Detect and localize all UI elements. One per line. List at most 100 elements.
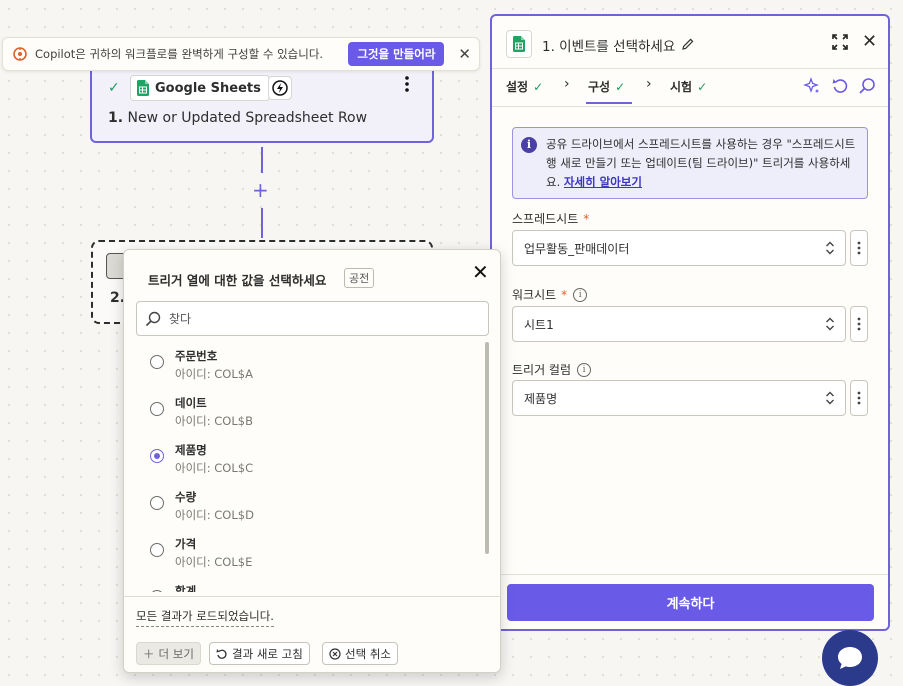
field-label: 트리거 컬럼 (512, 363, 572, 377)
kebab-icon (857, 241, 861, 255)
search-placeholder: 찾다 (169, 312, 192, 326)
trigger-column-dropdown: 트리거 열에 대한 값을 선택하세요 공전 ✕ 찾다 주문번호 아이디: COL… (123, 249, 501, 673)
undo-icon[interactable] (831, 77, 849, 95)
google-sheets-icon (506, 30, 532, 58)
trigger-column-select[interactable]: 제품명 (512, 380, 846, 416)
load-more-button[interactable]: ＋ 더 보기 (136, 642, 201, 665)
option-id: 아이디: COL$B (175, 414, 253, 428)
add-step-icon[interactable]: + (252, 178, 269, 202)
check-icon: ✓ (615, 79, 626, 94)
chevron-updown-icon (825, 240, 835, 256)
info-icon[interactable]: i (577, 362, 592, 377)
sparkle-ai-icon[interactable] (803, 77, 821, 95)
learn-more-link[interactable]: 자세히 알아보기 (564, 175, 642, 189)
refresh-icon (216, 648, 228, 660)
clear-label: 선택 취소 (345, 646, 391, 661)
option-name: 수량 (175, 490, 197, 504)
field-menu-button[interactable] (850, 230, 868, 266)
connector-line (261, 147, 263, 173)
option-name: 가격 (175, 537, 197, 551)
divider (492, 68, 888, 69)
continue-button[interactable]: 계속하다 (507, 584, 874, 621)
required-marker: * (561, 287, 568, 302)
step-1-title: 1. New or Updated Spreadsheet Row (108, 110, 368, 126)
tab-label: 시험 (670, 80, 693, 94)
clear-selection-button[interactable]: 선택 취소 (322, 642, 398, 665)
radio-button[interactable] (150, 590, 164, 592)
select-value: 제품명 (524, 391, 558, 406)
refresh-results-button[interactable]: 결과 새로 고침 (209, 642, 310, 665)
option-id: 아이디: COL$E (175, 555, 253, 569)
chevron-updown-icon (825, 390, 835, 406)
panel-title: 1. 이벤트를 선택하세요 (542, 39, 676, 55)
tab-test[interactable]: 시험 ✓ (670, 78, 707, 95)
radio-button[interactable] (150, 402, 164, 416)
step-menu-icon[interactable] (405, 76, 409, 92)
info-callout: i 공유 드라이브에서 스프레드시트를 사용하는 경우 "스프레드시트 행 새로… (512, 127, 868, 199)
worksheet-select[interactable]: 시트1 (512, 306, 846, 342)
app-name: Google Sheets (155, 80, 261, 96)
option-name: 데이트 (175, 396, 207, 410)
field-label: 워크시트 (512, 288, 557, 302)
option-id: 아이디: COL$D (175, 508, 254, 522)
check-icon: ✓ (108, 80, 120, 96)
refresh-label: 결과 새로 고침 (232, 646, 303, 661)
tab-configure[interactable]: 구성 ✓ (588, 78, 625, 95)
field-label: 스프레드시트 (512, 212, 579, 226)
option-list: 주문번호 아이디: COL$A 데이트 아이디: COL$B 제품명 아이디: … (124, 340, 484, 592)
tab-setup[interactable]: 설정 ✓ (506, 78, 543, 95)
copilot-close-icon[interactable]: ✕ (458, 45, 471, 63)
expand-icon[interactable] (832, 34, 848, 54)
tab-label: 설정 (506, 80, 529, 94)
search-icon[interactable] (858, 77, 876, 95)
required-marker: * (583, 211, 590, 226)
radio-button[interactable] (150, 355, 164, 369)
select-value: 시트1 (524, 317, 554, 332)
search-input[interactable]: 찾다 (136, 301, 489, 336)
kebab-icon (857, 391, 861, 405)
divider (492, 574, 888, 575)
search-icon (145, 311, 161, 327)
check-icon: ✓ (533, 79, 544, 94)
option-name: 제품명 (175, 443, 207, 457)
option-id: 아이디: COL$A (175, 367, 253, 381)
field-menu-button[interactable] (850, 306, 868, 342)
kebab-icon (857, 317, 861, 331)
load-more-label: 더 보기 (158, 646, 194, 661)
scrollbar[interactable] (485, 342, 489, 554)
tab-label: 구성 (588, 80, 611, 94)
dropdown-close-icon[interactable]: ✕ (472, 260, 489, 284)
info-text-block: 공유 드라이브에서 스프레드시트를 사용하는 경우 "스프레드시트 행 새로 만… (546, 135, 862, 192)
field-menu-button[interactable] (850, 380, 868, 416)
edit-title-icon[interactable] (682, 35, 694, 54)
chat-support-button[interactable] (822, 630, 878, 686)
google-sheets-icon (137, 80, 149, 96)
trigger-column-label: 트리거 컬럼 i (512, 361, 592, 378)
dropdown-title: 트리거 열에 대한 값을 선택하세요 (148, 273, 327, 288)
chevron-updown-icon (825, 316, 835, 332)
instant-trigger-icon (268, 76, 292, 100)
worksheet-label: 워크시트 * i (512, 286, 588, 303)
info-icon[interactable]: i (573, 287, 588, 302)
radio-button-selected[interactable] (150, 449, 164, 463)
copilot-build-button[interactable]: 그것을 만들어라 (348, 42, 445, 66)
spreadsheet-label: 스프레드시트 * (512, 210, 589, 227)
panel-close-icon[interactable]: ✕ (862, 31, 877, 52)
option-name: 주문번호 (175, 349, 218, 363)
loaded-status: 모든 결과가 로드되었습니다. (136, 608, 274, 627)
radio-button[interactable] (150, 543, 164, 557)
active-tab-indicator (586, 102, 632, 104)
chat-icon (838, 647, 862, 669)
clear-icon (329, 647, 341, 660)
spreadsheet-select[interactable]: 업무활동_판매데이터 (512, 230, 846, 266)
radio-button[interactable] (150, 496, 164, 510)
plus-icon: ＋ (143, 646, 155, 661)
copilot-icon (13, 47, 27, 61)
option-name: 합계 (175, 584, 197, 592)
app-chip: Google Sheets (130, 75, 270, 101)
option-id: 아이디: COL$C (175, 461, 254, 475)
divider (124, 596, 500, 597)
step-config-panel: 1. 이벤트를 선택하세요 ✕ 설정 ✓ › 구성 ✓ › 시험 ✓ i 공유 드라이… (490, 14, 890, 631)
chevron-right-icon: › (646, 76, 652, 92)
info-icon: i (521, 137, 537, 153)
